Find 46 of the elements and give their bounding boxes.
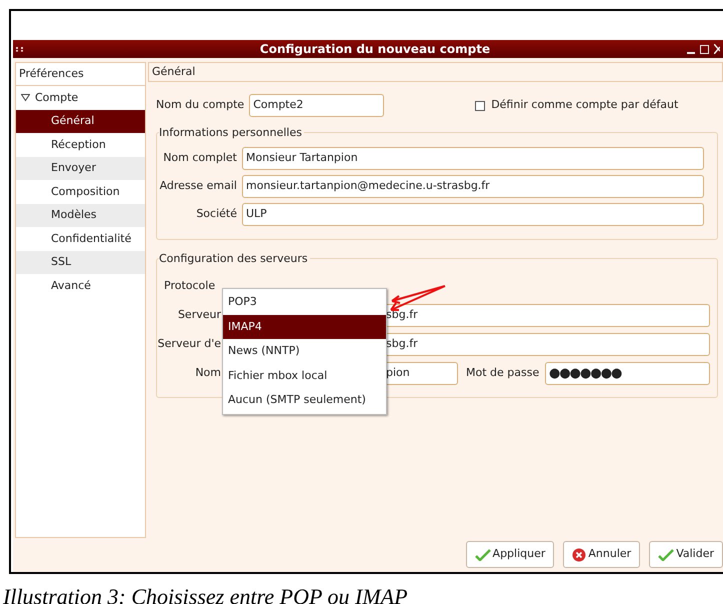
group-title: Informations personnelles [159, 125, 304, 142]
check-icon [658, 548, 674, 560]
sidebar-header: Préférences [16, 63, 145, 86]
field-label: Société [195, 206, 238, 222]
window-title: Configuration du nouveau compte [260, 41, 490, 58]
group-title: Configuration des serveurs [159, 251, 310, 268]
dialog-button[interactable]: Annuler [563, 541, 640, 568]
input-field[interactable]: pion [386, 362, 458, 385]
menu-item[interactable]: POP3 [223, 290, 386, 315]
tree-item[interactable]: Envoyer [16, 156, 145, 180]
field-label: Serveur [176, 307, 221, 324]
close-icon[interactable] [714, 44, 720, 54]
input-field[interactable]: Compte2 [249, 94, 384, 117]
input-field[interactable]: sbg.fr [386, 333, 710, 356]
window-menu-icon[interactable] [16, 46, 23, 52]
dialog-button[interactable]: Appliquer [466, 541, 554, 568]
cancel-icon [572, 548, 586, 562]
field-label: Mot de passe [466, 365, 540, 382]
panel-header: Général [148, 62, 723, 82]
field-label: Nom du compte [156, 97, 244, 114]
input-field[interactable]: monsieur.tartanpion@medecine.u-strasbg.fr [242, 175, 704, 198]
tree-item[interactable]: Général [16, 110, 145, 133]
checkbox[interactable] [475, 100, 486, 110]
menu-item[interactable]: IMAP4 [223, 314, 386, 340]
field-label: Serveur d'e [157, 336, 221, 352]
minimize-icon[interactable] [687, 52, 695, 54]
input-field[interactable]: sbg.fr [386, 304, 710, 327]
maximize-icon[interactable] [700, 44, 709, 54]
menu-item[interactable]: News (NNTP) [223, 339, 386, 364]
menu-item[interactable]: Aucun (SMTP seulement) [223, 388, 386, 413]
password-field[interactable]: ●●●●●●● [545, 362, 710, 385]
field-label: Protocole [164, 278, 216, 294]
field-label: Nom complet [162, 150, 238, 166]
tree-item[interactable]: Modèles [16, 204, 145, 227]
field-label: Nom [194, 365, 221, 382]
dialog-button[interactable]: Valider [649, 541, 723, 568]
expander-icon[interactable] [21, 93, 30, 102]
tree-item[interactable]: Compte [35, 90, 78, 106]
check-icon [474, 548, 491, 560]
figure-caption: Illustration 3: Choisissez entre POP ou IMAP [3, 584, 408, 604]
checkbox-label: Définir comme compte par défaut [491, 97, 678, 114]
tree-item[interactable]: SSL [16, 250, 145, 274]
input-field[interactable]: Monsieur Tartanpion [242, 147, 704, 170]
field-label: Adresse email [158, 178, 238, 194]
input-field[interactable]: ULP [242, 203, 704, 226]
menu-item[interactable]: Fichier mbox local [223, 364, 386, 388]
